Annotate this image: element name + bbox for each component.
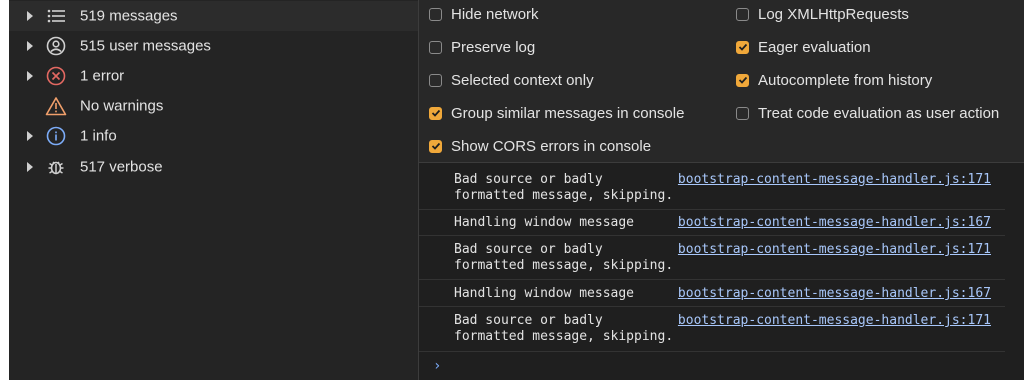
checkbox-checked[interactable] [429,139,442,153]
sidebar-item-info[interactable]: 1 info [9,121,418,151]
sidebar-item-messages[interactable]: 519 messages [9,1,418,31]
group-similar-checkbox[interactable]: Group similar messages in console [429,101,684,125]
sidebar-item-label: No warnings [80,97,164,115]
user-circle-icon [45,35,67,57]
checkbox-unchecked[interactable] [736,106,749,120]
sidebar-item-errors[interactable]: 1 error [9,61,418,91]
checkbox-unchecked[interactable] [429,40,442,54]
message-text: Handling window message [454,286,635,301]
sidebar-item-label: 515 user messages [80,37,211,55]
option-label: Hide network [451,5,539,23]
checkbox-unchecked[interactable] [736,7,749,21]
checkbox-unchecked[interactable] [429,7,442,21]
message-text: Handling window message [454,215,635,230]
sidebar-item-verbose[interactable]: 517 verbose [9,152,418,182]
selected-context-only-checkbox[interactable]: Selected context only [429,68,594,92]
console-prompt-icon[interactable]: › [433,358,441,374]
console-settings-panel: Hide network Preserve log Selected conte… [419,0,1024,163]
source-link[interactable]: bootstrap-content-message-handler.js:171 [678,172,991,188]
preserve-log-checkbox[interactable]: Preserve log [429,35,535,59]
sidebar-item-label: 517 verbose [80,158,163,176]
info-circle-icon [45,125,67,147]
sidebar-item-label: 519 messages [80,7,178,25]
console-message: Bad source or badly formatted message, s… [419,235,1005,280]
expand-arrow-icon[interactable] [27,41,33,51]
sidebar-item-label: 1 error [80,67,125,85]
expand-arrow-icon[interactable] [27,11,33,21]
warning-triangle-icon [45,95,67,117]
expand-arrow-icon[interactable] [27,71,33,81]
option-label: Group similar messages in console [451,104,685,122]
option-label: Show CORS errors in console [451,137,652,155]
error-circle-icon [45,65,67,87]
console-message: Bad source or badly formatted message, s… [419,306,1005,352]
sidebar-item-user-messages[interactable]: 515 user messages [9,31,418,61]
message-text: Bad source or badly formatted message, s… [454,242,674,273]
console-sidebar: 519 messages 515 user messages 1 error N… [9,0,419,380]
hide-network-checkbox[interactable]: Hide network [429,2,539,26]
checkbox-unchecked[interactable] [429,73,442,87]
option-label: Treat code evaluation as user action [758,104,1000,122]
console-output: Bad source or badly formatted message, s… [419,163,1024,380]
option-label: Autocomplete from history [758,71,933,89]
log-xmlhttprequests-checkbox[interactable]: Log XMLHttpRequests [736,2,909,26]
list-icon [45,5,67,27]
checkbox-checked[interactable] [429,106,442,120]
checkbox-checked[interactable] [736,73,749,87]
bug-icon [45,156,67,178]
show-cors-errors-checkbox[interactable]: Show CORS errors in console [429,134,651,158]
sidebar-item-warnings[interactable]: No warnings [9,91,418,121]
source-link[interactable]: bootstrap-content-message-handler.js:171 [678,242,991,258]
message-text: Bad source or badly formatted message, s… [454,172,674,203]
treat-code-evaluation-checkbox[interactable]: Treat code evaluation as user action [736,101,999,125]
console-message: Handling window message bootstrap-conten… [419,279,1005,307]
expand-arrow-icon[interactable] [27,162,33,172]
console-message: Bad source or badly formatted message, s… [419,170,1005,210]
option-label: Preserve log [451,38,536,56]
option-label: Eager evaluation [758,38,871,56]
source-link[interactable]: bootstrap-content-message-handler.js:167 [678,286,991,302]
eager-evaluation-checkbox[interactable]: Eager evaluation [736,35,871,59]
option-label: Log XMLHttpRequests [758,5,909,23]
console-message: Handling window message bootstrap-conten… [419,209,1005,236]
autocomplete-history-checkbox[interactable]: Autocomplete from history [736,68,932,92]
sidebar-item-label: 1 info [80,127,117,145]
expand-arrow-icon[interactable] [27,131,33,141]
option-label: Selected context only [451,71,594,89]
checkbox-checked[interactable] [736,40,749,54]
message-text: Bad source or badly formatted message, s… [454,313,674,344]
source-link[interactable]: bootstrap-content-message-handler.js:171 [678,313,991,329]
source-link[interactable]: bootstrap-content-message-handler.js:167 [678,215,991,231]
